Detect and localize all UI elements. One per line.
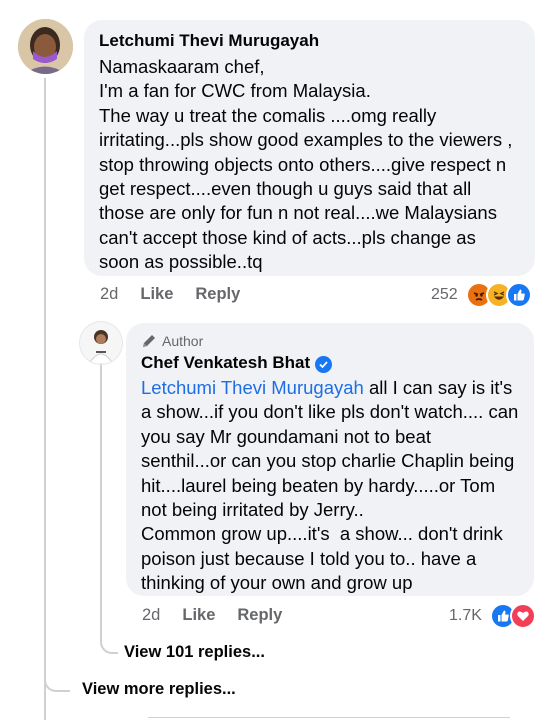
reply-text-container: Letchumi Thevi Murugayah all I can say i… xyxy=(141,376,519,596)
comment-text: Namaskaaram chef, I'm a fan for CWC from… xyxy=(99,56,513,273)
reply-author-row: Chef Venkatesh Bhat xyxy=(141,352,519,374)
comment-actions: 2d Like Reply xyxy=(100,285,262,304)
reaction-count: 1.7K xyxy=(449,607,482,624)
avatar[interactable] xyxy=(79,321,123,365)
reply-bubble: Author Chef Venkatesh Bhat Letchumi Thev… xyxy=(126,323,534,596)
love-icon xyxy=(509,603,536,629)
next-comment-edge xyxy=(148,717,510,721)
like-icon xyxy=(505,282,532,308)
like-button[interactable]: Like xyxy=(182,606,215,625)
thread-line-reply xyxy=(100,360,102,642)
reply-text: all I can say is it's a show...if you do… xyxy=(141,377,519,594)
comment-reactions[interactable]: 252 xyxy=(431,282,532,308)
reply-button[interactable]: Reply xyxy=(237,606,282,625)
thread-line-reply-elbow xyxy=(100,628,118,654)
comment-bubble: Letchumi Thevi Murugayah Namaskaaram che… xyxy=(84,20,535,276)
like-button[interactable]: Like xyxy=(140,285,173,304)
author-badge-label: Author xyxy=(162,333,204,349)
avatar[interactable] xyxy=(18,19,73,74)
comment-author[interactable]: Letchumi Thevi Murugayah xyxy=(99,30,520,52)
reply-actions: 2d Like Reply xyxy=(142,606,304,625)
reply-author[interactable]: Chef Venkatesh Bhat xyxy=(141,353,310,372)
reply-time[interactable]: 2d xyxy=(142,606,160,625)
person-avatar-icon xyxy=(18,19,73,74)
chef-avatar-icon xyxy=(80,322,122,364)
view-replies-link[interactable]: View 101 replies... xyxy=(124,643,265,662)
verified-badge-icon xyxy=(315,356,333,373)
reply-reactions[interactable]: 1.7K xyxy=(449,603,536,629)
thread-line-main-elbow xyxy=(44,604,70,692)
view-more-replies-link[interactable]: View more replies... xyxy=(82,680,236,699)
reaction-count: 252 xyxy=(431,286,458,303)
author-badge: Author xyxy=(141,332,519,350)
comment-time[interactable]: 2d xyxy=(100,285,118,304)
reply-button[interactable]: Reply xyxy=(195,285,240,304)
mention-link[interactable]: Letchumi Thevi Murugayah xyxy=(141,377,364,398)
pencil-icon xyxy=(143,335,155,347)
